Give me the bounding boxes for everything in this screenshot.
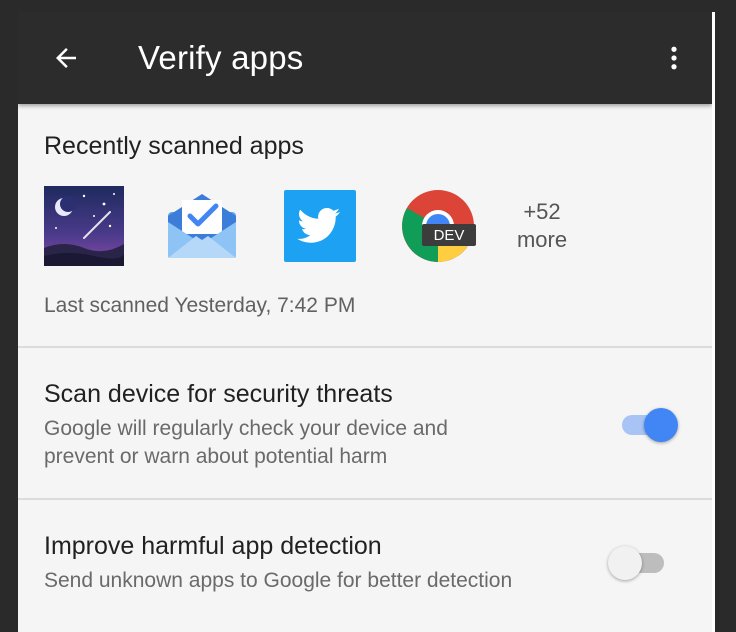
back-button[interactable] [42,34,90,82]
setting-title: Improve harmful app detection [44,532,382,560]
more-apps-label: more [516,227,568,252]
setting-subtitle-line1: Google will regularly check your device … [44,417,448,440]
last-scanned-text: Last scanned Yesterday, 7:42 PM [44,294,356,317]
more-apps-count: +52 [523,199,561,224]
night-sky-app-icon[interactable] [44,186,124,266]
setting-subtitle-line2: prevent or warn about potential harm [44,445,388,468]
more-vert-icon [671,46,677,70]
page-title: Verify apps [138,39,304,76]
more-options-button[interactable] [650,34,698,82]
inbox-app-icon[interactable] [162,186,242,266]
app-toolbar: Verify apps [18,12,712,104]
twitter-app-icon[interactable] [280,186,360,266]
window-edge [712,12,715,632]
improve-detection-toggle[interactable] [608,544,672,580]
more-apps-indicator[interactable]: +52 more [500,198,584,254]
toggle-thumb [644,408,678,442]
setting-title: Scan device for security threats [44,380,393,408]
recently-scanned-heading: Recently scanned apps [44,132,304,160]
divider [18,498,712,500]
dev-badge: DEV [434,227,465,244]
scan-device-toggle[interactable] [618,406,682,442]
arrow-left-icon [56,48,76,68]
chrome-dev-app-icon[interactable]: DEV [400,186,480,266]
setting-subtitle-line1: Send unknown apps to Google for better d… [44,569,513,592]
toggle-thumb [608,546,642,580]
divider [18,346,712,348]
verify-apps-screen: Verify apps Recently scanned apps DEV +5… [18,12,712,632]
